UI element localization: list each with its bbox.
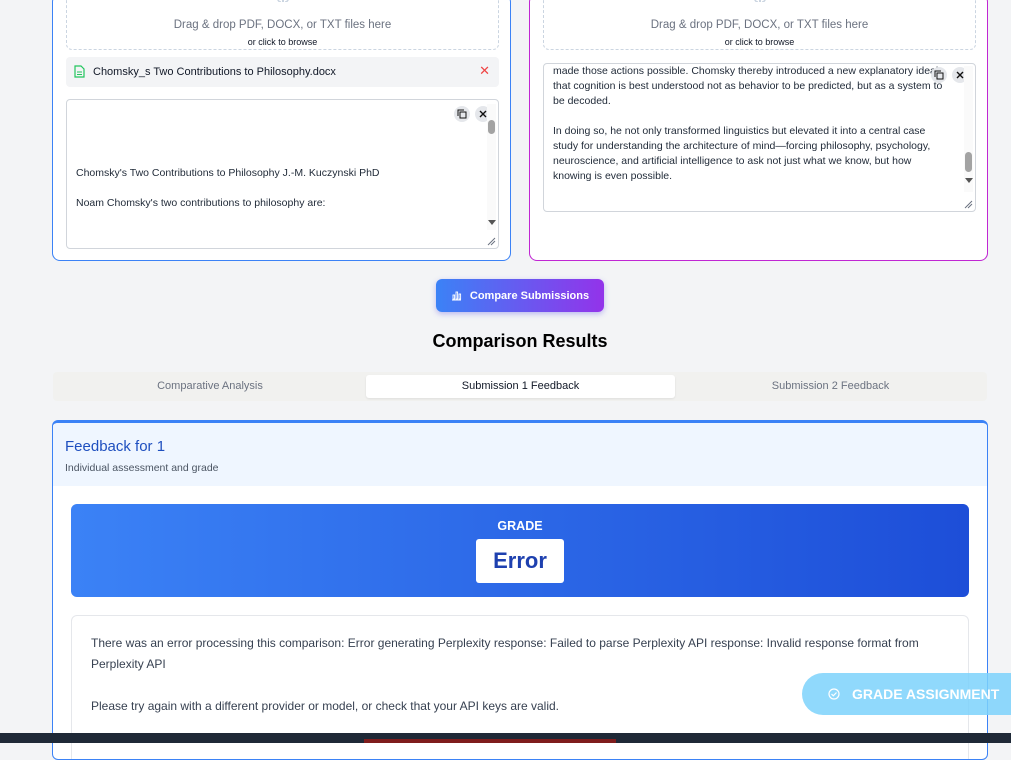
compare-button-label: Compare Submissions [469,289,590,302]
submission-1-panel: Drag & drop PDF, DOCX, or TXT files here… [52,0,511,261]
uploaded-file-chip: Chomsky_s Two Contributions to Philosoph… [66,57,499,87]
remove-file-button[interactable]: ✕ [479,63,490,79]
upload-icon [277,0,289,2]
results-tabs: Comparative Analysis Submission 1 Feedba… [53,372,987,401]
file-dropzone-1[interactable]: Drag & drop PDF, DOCX, or TXT files here… [66,0,499,50]
textarea-line: made those actions possible. Chomsky the… [553,65,942,77]
grade-assignment-label: GRADE ASSIGNMENT [852,686,1000,702]
dropzone-browse-text[interactable]: or click to browse [544,37,975,47]
taskbar-thumbnail[interactable] [364,739,616,743]
copy-icon [457,109,467,119]
error-message: There was an error processing this compa… [91,636,919,671]
feedback-header: Feedback for 1 Individual assessment and… [53,423,987,486]
resize-grip-icon[interactable] [487,237,496,246]
uploaded-file-name: Chomsky_s Two Contributions to Philosoph… [93,66,336,78]
file-dropzone-2[interactable]: Drag & drop PDF, DOCX, or TXT files here… [543,0,976,50]
dropzone-text: Drag & drop PDF, DOCX, or TXT files here [650,19,869,31]
textarea-line: that cognition is best understood not as… [553,80,943,92]
copy-button[interactable] [454,106,470,122]
upload-icon [754,0,766,2]
tab-comparative-analysis[interactable]: Comparative Analysis [56,375,364,398]
scrollbar-thumb[interactable] [488,120,495,134]
feedback-title: Feedback for 1 [65,438,166,455]
tab-submission-2-feedback[interactable]: Submission 2 Feedback [677,375,984,398]
grade-label: GRADE [497,519,543,533]
compare-submissions-button[interactable]: Compare Submissions [436,279,604,312]
grade-banner: GRADE Error [71,504,969,597]
close-icon [956,71,964,79]
copy-icon [934,70,944,80]
resize-grip-icon[interactable] [964,200,973,209]
scrollbar-thumb[interactable] [965,152,972,172]
dropzone-browse-text[interactable]: or click to browse [67,37,498,47]
document-icon [74,65,85,78]
submission-2-textarea[interactable]: made those actions possible. Chomsky the… [543,63,976,212]
close-icon [479,110,487,118]
copy-button[interactable] [931,67,947,83]
textarea-line: Noam Chomsky's two contributions to phil… [76,197,326,209]
tab-submission-1-feedback[interactable]: Submission 1 Feedback [366,375,675,398]
dropzone-text: Drag & drop PDF, DOCX, or TXT files here [173,19,392,31]
textarea-line: knowing is even possible. [553,170,673,182]
grade-value: Error [476,539,564,583]
textarea-line: Chomsky's Two Contributions to Philosoph… [76,167,380,179]
textarea-scrollbar[interactable] [964,66,973,192]
feedback-subtitle: Individual assessment and grade [65,462,219,474]
textarea-line: be decoded. [553,95,611,107]
chart-icon [451,291,461,301]
textarea-scrollbar[interactable] [487,104,496,230]
textarea-line: In doing so, he not only transformed lin… [553,125,926,137]
scroll-down-arrow[interactable] [488,220,496,225]
scroll-down-arrow[interactable] [965,178,973,183]
results-title: Comparison Results [432,331,608,351]
grade-assignment-button[interactable]: GRADE ASSIGNMENT [802,673,1011,715]
submission-2-panel: Drag & drop PDF, DOCX, or TXT files here… [529,0,988,261]
retry-message: Please try again with a different provid… [91,699,560,713]
check-circle-icon [828,688,840,700]
submission-1-textarea[interactable]: Chomsky's Two Contributions to Philosoph… [66,99,499,249]
textarea-line: study for understanding the architecture… [553,140,931,152]
textarea-line: neuroscience, and artificial intelligenc… [553,155,912,167]
